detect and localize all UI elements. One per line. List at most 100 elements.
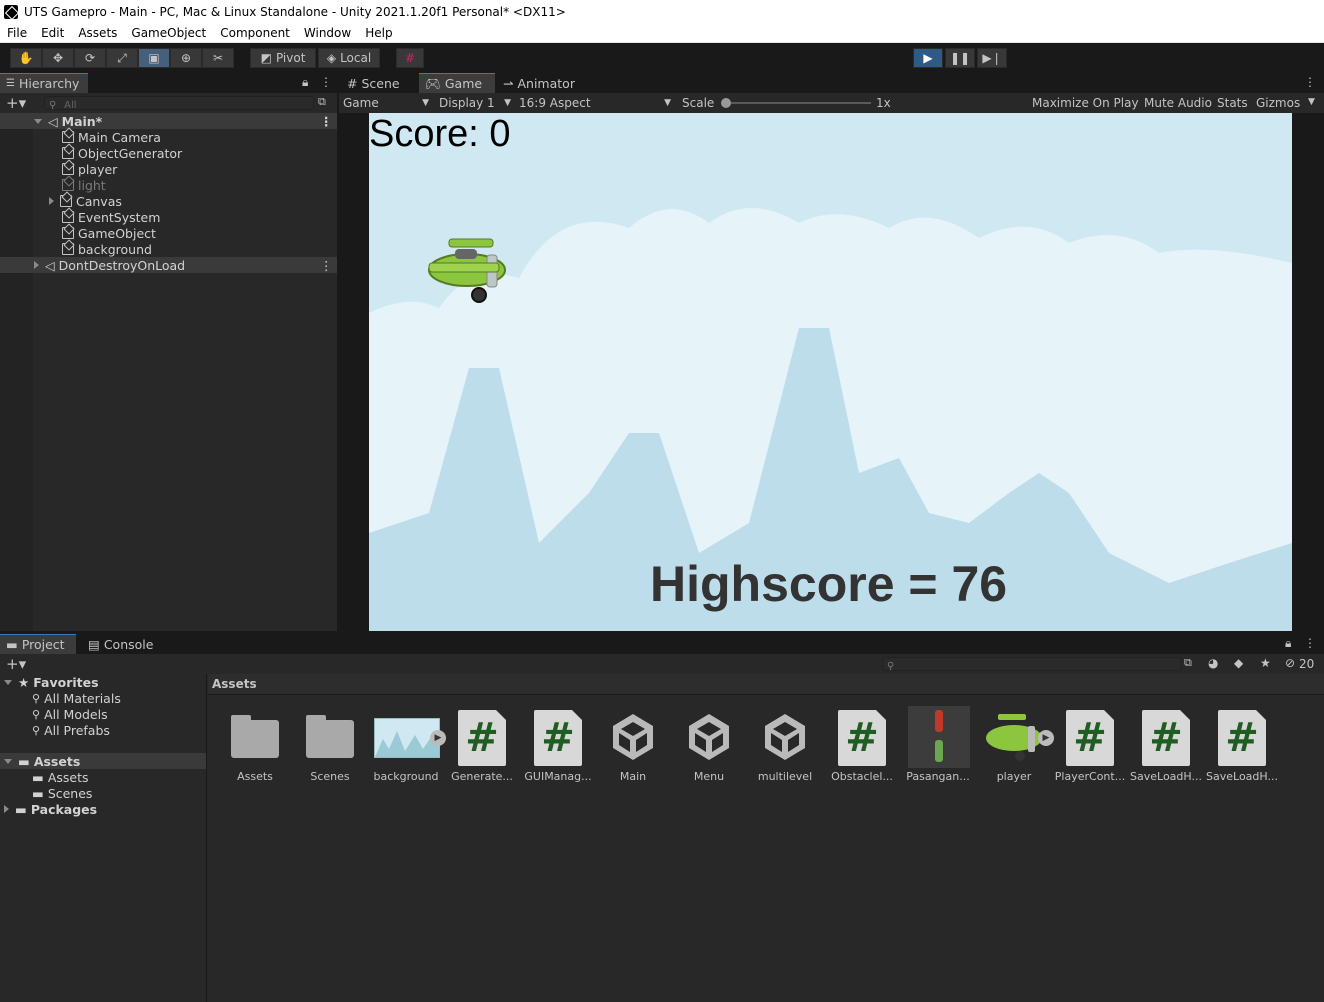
collapse-arrow-icon[interactable] (49, 197, 54, 205)
breadcrumb-assets[interactable]: Assets (212, 677, 257, 691)
hand-tool-button[interactable]: ✋ (10, 48, 42, 68)
tree-all-materials[interactable]: ⚲ All Materials (32, 690, 121, 706)
highscore-text: Highscore = 76 (650, 556, 1008, 612)
add-icon[interactable]: +▾ (6, 94, 26, 112)
game-canvas[interactable]: Score: 0 Highscore = 76 (369, 113, 1292, 631)
tab-project[interactable]: ▬ Project (0, 634, 76, 654)
folder-icon: ▬ (15, 801, 27, 817)
more-options-icon[interactable]: ⋮ (1304, 75, 1316, 89)
hierarchy-item-canvas[interactable]: Canvas (49, 193, 122, 209)
project-tree: ★ Favorites ⚲ All Materials ⚲ All Models ⚲ A… (0, 674, 207, 1002)
tree-assets-assets[interactable]: ▬ Assets (32, 769, 89, 785)
gameobject-icon (62, 131, 74, 143)
project-search-input[interactable]: ⚲ (882, 657, 1182, 672)
view-tabbar: # Scene 🎮︎ Game ⇀ Animator ⋮ (339, 73, 1324, 93)
aspect-value: 16:9 Aspect (519, 96, 591, 110)
scale-slider-thumb[interactable] (721, 98, 731, 108)
hierarchy-item-player[interactable]: player (62, 161, 117, 177)
tab-animator[interactable]: ⇀ Animator (497, 73, 587, 93)
scene-search-icon[interactable]: ⧉ (318, 95, 326, 109)
scale-slider[interactable] (721, 98, 871, 108)
step-button[interactable]: ▶❘ (977, 48, 1007, 68)
lock-icon[interactable]: 🔒︎ (1285, 636, 1291, 651)
move-icon: ✥ (52, 51, 64, 65)
csharp-script-icon: # (1218, 710, 1266, 766)
scene-menu-icon[interactable]: ⋮ (320, 258, 333, 273)
create-icon[interactable]: +▾ (6, 655, 26, 673)
stats-toggle[interactable]: Stats (1217, 96, 1248, 110)
game-mode-value: Game (343, 96, 379, 110)
menu-gameobject[interactable]: GameObject (124, 26, 213, 40)
hierarchy-item-objectgenerator[interactable]: ObjectGenerator (62, 145, 182, 161)
tree-favorites[interactable]: ★ Favorites (4, 674, 99, 690)
more-options-icon[interactable]: ⋮ (320, 75, 332, 89)
hidden-packages-icon[interactable]: ⊘ (1285, 656, 1295, 670)
mute-audio-toggle[interactable]: Mute Audio (1144, 96, 1212, 110)
move-tool-button[interactable]: ✥ (42, 48, 74, 68)
rotate-tool-button[interactable]: ⟳ (74, 48, 106, 68)
tab-game-label: Game (444, 76, 483, 91)
filter-type-icon[interactable]: ◕ (1208, 656, 1218, 670)
hierarchy-item-main-camera[interactable]: Main Camera (62, 129, 161, 145)
pivot-icon: ◩ (260, 51, 272, 65)
aspect-dropdown[interactable]: 16:9 Aspect ▼ (519, 95, 671, 111)
tree-assets-label: Assets (33, 753, 81, 769)
scene-menu-icon[interactable]: ⋮ (320, 114, 333, 129)
display-dropdown[interactable]: Display 1 ▼ (439, 95, 511, 111)
tab-console[interactable]: ▤ Console (82, 634, 162, 654)
search-by-type-icon[interactable]: ⧉ (1184, 656, 1192, 670)
game-mode-dropdown[interactable]: Game ▼ (343, 95, 429, 111)
more-options-icon[interactable]: ⋮ (1304, 636, 1316, 650)
pivot-toggle[interactable]: ◩ Pivot (250, 48, 316, 68)
search-icon: ⚲ (49, 100, 57, 111)
hierarchy-item-eventsystem[interactable]: EventSystem (62, 209, 160, 225)
menu-assets[interactable]: Assets (71, 26, 124, 40)
star-icon[interactable]: ★ (1260, 656, 1271, 670)
custom-tool-button[interactable]: ✂ (202, 48, 234, 68)
menu-edit[interactable]: Edit (34, 26, 71, 40)
grid-snap-button[interactable]: # (396, 48, 424, 68)
tab-scene-label: Scene (361, 75, 400, 91)
tab-scene[interactable]: # Scene (341, 73, 419, 93)
tree-all-models[interactable]: ⚲ All Models (32, 706, 108, 722)
gizmos-dropdown-icon[interactable]: ▼ (1308, 97, 1315, 107)
transform-tool-button[interactable]: ⊕ (170, 48, 202, 68)
hierarchy-search-placeholder: All (64, 100, 77, 111)
score-text: Score: 0 (369, 113, 511, 155)
item-label: ObjectGenerator (78, 145, 183, 161)
scene-row-main[interactable]: ◁ Main* ⋮ (0, 113, 337, 129)
scene-row-dontdestroyonload[interactable]: ◁ DontDestroyOnLoad ⋮ (0, 257, 337, 273)
pause-button[interactable]: ❚❚ (945, 48, 975, 68)
menu-window[interactable]: Window (297, 26, 358, 40)
search-icon: ⚲ (32, 691, 41, 705)
tab-hierarchy[interactable]: ☰ Hierarchy (0, 73, 88, 93)
hierarchy-item-gameobject[interactable]: GameObject (62, 225, 156, 241)
rect-tool-button[interactable]: ▣ (138, 48, 170, 68)
local-toggle[interactable]: ◈ Local (318, 48, 380, 68)
asset-label: Scenes (310, 770, 350, 783)
hierarchy-item-background[interactable]: background (62, 241, 152, 257)
menu-help[interactable]: Help (358, 26, 399, 40)
tree-packages[interactable]: ▬ Packages (4, 801, 97, 817)
maximize-on-play-toggle[interactable]: Maximize On Play (1032, 96, 1139, 110)
scale-tool-button[interactable]: ⤢ (106, 48, 138, 68)
asset-label: GUIManag... (524, 770, 592, 783)
local-icon: ◈ (326, 51, 337, 65)
lock-icon[interactable]: 🔒︎ (302, 75, 308, 90)
dropdown-arrow-icon: ▼ (504, 98, 511, 108)
tab-game[interactable]: 🎮︎ Game (419, 73, 495, 93)
play-button[interactable]: ▶ (913, 48, 943, 68)
tree-assets[interactable]: ▬ Assets (0, 753, 206, 769)
menu-file[interactable]: File (0, 26, 34, 40)
hierarchy-search-input[interactable]: ⚲ All (44, 96, 314, 111)
tree-item-label: All Prefabs (44, 722, 110, 738)
tree-all-prefabs[interactable]: ⚲ All Prefabs (32, 722, 110, 738)
expand-sprite-icon[interactable]: ▶ (430, 730, 446, 746)
expand-sprite-icon[interactable]: ▶ (1038, 730, 1054, 746)
label-filter-icon[interactable]: ◆ (1234, 656, 1243, 670)
item-label: player (78, 161, 118, 177)
menu-component[interactable]: Component (213, 26, 297, 40)
gizmos-toggle[interactable]: Gizmos (1256, 96, 1300, 110)
tree-assets-scenes[interactable]: ▬ Scenes (32, 785, 92, 801)
hierarchy-item-light[interactable]: light (62, 177, 106, 193)
